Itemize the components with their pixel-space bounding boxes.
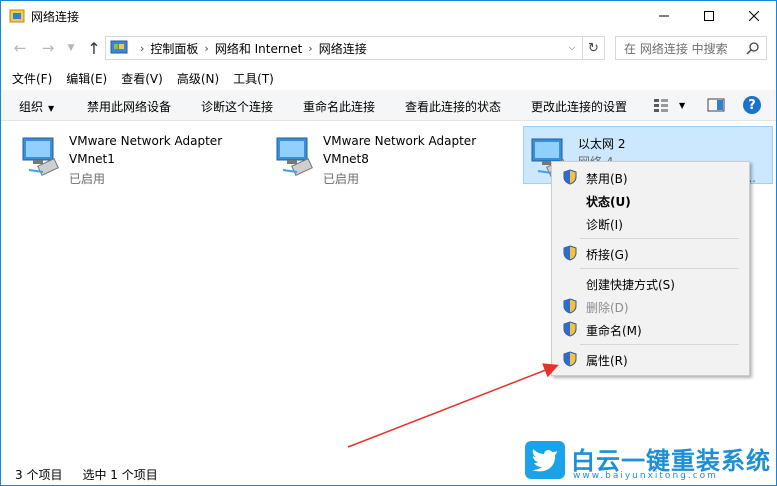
ctx-label: 状态(U) <box>586 195 631 209</box>
ctx-label: 桥接(G) <box>586 248 629 262</box>
view-status-button[interactable]: 查看此连接的状态 <box>405 98 501 115</box>
chevron-down-icon: ▼ <box>679 101 686 110</box>
command-bar: 组织 ▼ 禁用此网络设备 诊断这个连接 重命名此连接 查看此连接的状态 更改此连接… <box>1 90 776 121</box>
ctx-diagnose[interactable]: 诊断(I) <box>554 212 747 234</box>
uac-shield-icon <box>563 169 577 185</box>
organize-label: 组织 <box>19 100 44 114</box>
address-dropdown-button[interactable]: ⌵ <box>562 37 582 59</box>
network-adapter-icon <box>22 137 59 176</box>
ctx-bridge[interactable]: 桥接(G) <box>554 242 747 264</box>
ctx-delete: 删除(D) <box>554 295 747 317</box>
recent-locations-button[interactable]: ▼ <box>63 37 79 59</box>
refresh-button[interactable]: ↻ <box>583 36 605 60</box>
uac-shield-icon <box>563 245 577 261</box>
ctx-label: 禁用(B) <box>586 172 628 186</box>
chevron-right-icon: › <box>140 41 145 55</box>
ctx-create-shortcut[interactable]: 创建快捷方式(S) <box>554 272 747 294</box>
chevron-down-icon: ▼ <box>48 104 55 113</box>
connection-tile-vmnet1[interactable]: VMware Network Adapter VMnet1 已启用 <box>15 126 265 186</box>
ctx-separator <box>580 344 739 345</box>
uac-shield-icon <box>563 321 577 337</box>
connection-name: VMware Network Adapter <box>69 134 223 148</box>
maximize-button[interactable] <box>686 1 731 31</box>
control-panel-icon <box>110 40 128 54</box>
breadcrumb-network-internet[interactable]: 网络和 Internet <box>215 40 302 57</box>
ctx-separator <box>580 238 739 239</box>
menu-view[interactable]: 查看(V) <box>121 70 163 87</box>
breadcrumb-control-panel[interactable]: 控制面板 <box>150 40 198 57</box>
uac-shield-icon <box>563 298 577 314</box>
ctx-properties[interactable]: 属性(R) <box>554 348 747 370</box>
menu-tools[interactable]: 工具(T) <box>233 70 274 87</box>
change-settings-button[interactable]: 更改此连接的设置 <box>531 98 627 115</box>
connection-status: 已启用 <box>323 172 360 186</box>
title-bar: 网络连接 <box>1 1 776 31</box>
arrow-right-icon: → <box>41 39 55 57</box>
menu-advanced[interactable]: 高级(N) <box>177 70 219 87</box>
close-icon <box>748 11 759 21</box>
menu-file[interactable]: 文件(F) <box>12 70 52 87</box>
minimize-icon <box>658 15 669 17</box>
diagnose-button[interactable]: 诊断这个连接 <box>201 98 273 115</box>
address-bar[interactable]: › 控制面板 › 网络和 Internet › 网络连接 ⌵ <box>105 36 583 60</box>
watermark-url: www.baiyunxitong.com <box>573 471 718 481</box>
connection-name: 以太网 2 <box>578 137 626 151</box>
ctx-label: 创建快捷方式(S) <box>586 278 675 292</box>
connection-name: VMware Network Adapter <box>323 134 477 148</box>
maximize-icon <box>703 11 714 21</box>
preview-pane-icon[interactable] <box>707 97 725 113</box>
ctx-disable[interactable]: 禁用(B) <box>554 166 747 188</box>
connection-status: 已启用 <box>69 172 106 186</box>
ctx-status[interactable]: 状态(U) <box>554 189 747 211</box>
bird-logo-icon <box>525 441 565 479</box>
refresh-icon: ↻ <box>588 40 599 56</box>
watermark: 白云一键重装系统 www.baiyunxitong.com <box>525 441 775 485</box>
disable-device-button[interactable]: 禁用此网络设备 <box>87 98 171 115</box>
help-button[interactable]: ? <box>743 96 761 114</box>
up-button[interactable]: ↑ <box>83 37 105 59</box>
menu-edit[interactable]: 编辑(E) <box>66 70 107 87</box>
connection-adapter: VMnet1 <box>69 152 115 166</box>
search-input[interactable]: 在 网络连接 中搜索 <box>615 36 767 60</box>
ctx-label: 诊断(I) <box>586 218 623 232</box>
minimize-button[interactable] <box>641 1 686 31</box>
menu-bar: 文件(F) 编辑(E) 查看(V) 高级(N) 工具(T) <box>1 66 776 90</box>
chevron-right-icon: › <box>308 41 313 55</box>
forward-button[interactable]: → <box>37 37 59 59</box>
help-icon: ? <box>748 97 756 113</box>
address-row: ← → ▼ ↑ › 控制面板 › 网络和 Internet › 网络连接 ⌵ ↻… <box>1 33 776 63</box>
connection-tile-vmnet8[interactable]: VMware Network Adapter VMnet8 已启用 <box>269 126 519 186</box>
organize-button[interactable]: 组织 ▼ <box>19 98 54 115</box>
search-placeholder: 在 网络连接 中搜索 <box>624 41 728 56</box>
rename-button[interactable]: 重命名此连接 <box>303 98 375 115</box>
ctx-separator <box>580 268 739 269</box>
ctx-label: 删除(D) <box>586 301 629 315</box>
view-options-dropdown[interactable]: ▼ <box>679 101 685 110</box>
selected-count: 选中 1 个项目 <box>82 467 158 482</box>
item-count: 3 个项目 <box>15 467 63 482</box>
explorer-window: 网络连接 ← → ▼ ↑ › 控制面板 › 网络和 Internet › 网络连… <box>0 0 777 486</box>
view-options-icon[interactable] <box>653 97 669 113</box>
network-folder-icon <box>9 9 25 23</box>
ctx-rename[interactable]: 重命名(M) <box>554 318 747 340</box>
back-button[interactable]: ← <box>9 37 31 59</box>
chevron-down-icon: ▼ <box>67 43 75 53</box>
chevron-down-icon: ⌵ <box>568 43 576 53</box>
search-icon <box>746 42 759 55</box>
breadcrumb-network-connections[interactable]: 网络连接 <box>319 40 367 57</box>
ctx-label: 属性(R) <box>586 354 628 368</box>
arrow-left-icon: ← <box>13 39 27 57</box>
chevron-right-icon: › <box>204 41 209 55</box>
ctx-label: 重命名(M) <box>586 324 642 338</box>
connection-adapter: VMnet8 <box>323 152 369 166</box>
window-title: 网络连接 <box>31 10 80 24</box>
arrow-up-icon: ↑ <box>87 38 101 58</box>
network-adapter-icon <box>276 137 313 176</box>
context-menu: 禁用(B) 状态(U) 诊断(I) 桥接(G) 创建快捷方式(S) 删除(D) … <box>551 161 750 376</box>
close-button[interactable] <box>731 1 776 31</box>
uac-shield-icon <box>563 351 577 367</box>
